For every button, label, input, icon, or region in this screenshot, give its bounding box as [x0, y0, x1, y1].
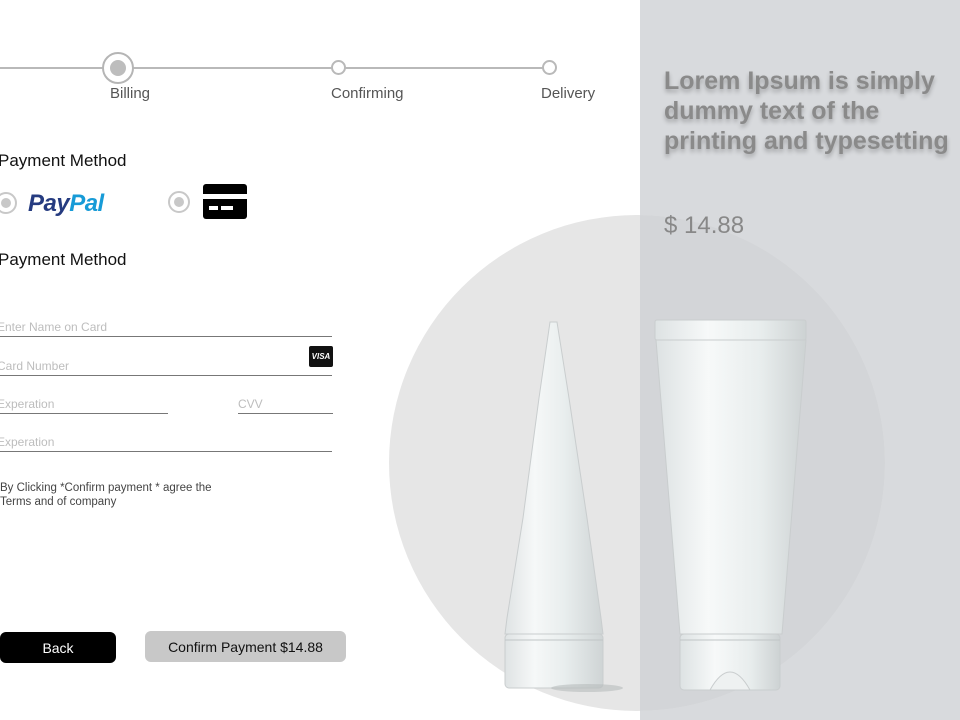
terms-text: By Clicking *Confirm payment * agree the…	[0, 482, 212, 508]
paypal-radio[interactable]	[0, 192, 17, 214]
step-delivery-label[interactable]: Delivery	[541, 85, 595, 102]
confirm-payment-button[interactable]: Confirm Payment $14.88	[145, 631, 346, 662]
credit-card-icon[interactable]	[203, 184, 247, 219]
step-billing-label[interactable]: Billing	[110, 85, 150, 102]
product-price: $ 14.88	[664, 212, 745, 239]
payment-method-title: Payment Method	[0, 151, 127, 170]
step-confirming-label[interactable]: Confirming	[331, 85, 404, 102]
card-number-input[interactable]	[0, 359, 329, 373]
card-number-field[interactable]	[0, 355, 332, 376]
step-billing-indicator[interactable]	[102, 52, 134, 84]
card-form-title: Payment Method	[0, 250, 127, 269]
checkout-stepper: Billing Confirming Delivery	[0, 40, 620, 110]
expiration-2-field[interactable]	[0, 431, 332, 452]
name-on-card-field[interactable]	[0, 316, 332, 337]
product-title: Lorem Ipsum is simply dummy text of the …	[664, 67, 949, 155]
back-button[interactable]: Back	[0, 632, 116, 663]
paypal-logo[interactable]: PayPal	[28, 190, 104, 218]
cone-tube-image	[504, 321, 623, 692]
expiration-field[interactable]	[0, 393, 168, 414]
step-delivery-indicator[interactable]	[542, 60, 557, 75]
cvv-field[interactable]	[238, 393, 333, 414]
name-on-card-input[interactable]	[0, 320, 329, 334]
cvv-input[interactable]	[238, 397, 333, 411]
expiration-2-input[interactable]	[0, 435, 329, 449]
expiration-input[interactable]	[0, 397, 165, 411]
step-confirming-indicator[interactable]	[331, 60, 346, 75]
flat-tube-image	[654, 319, 807, 691]
visa-icon: VISA	[309, 346, 333, 367]
card-radio[interactable]	[168, 191, 190, 213]
